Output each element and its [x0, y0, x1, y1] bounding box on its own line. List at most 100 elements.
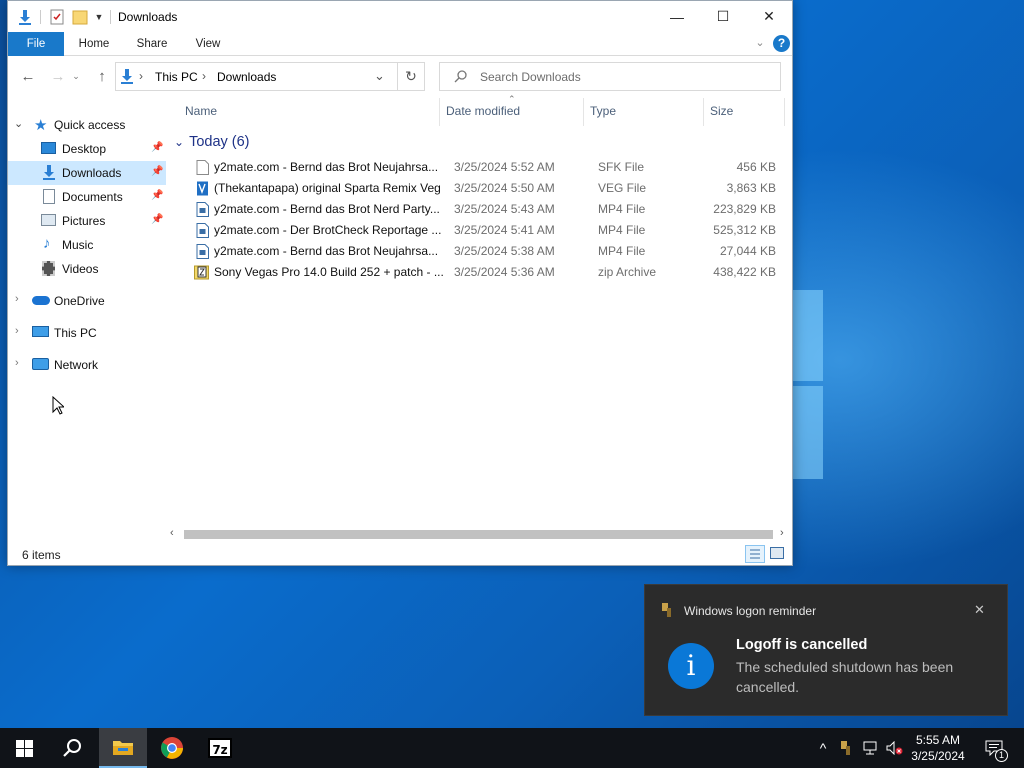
nav-item-label: Pictures: [62, 214, 106, 228]
music-icon: ♪: [43, 235, 51, 252]
nav-item-onedrive[interactable]: › OneDrive: [8, 289, 166, 313]
expand-chevron-icon[interactable]: ›: [15, 357, 19, 369]
nav-item-label: Network: [54, 358, 99, 372]
column-header-date-modified[interactable]: Date modified: [446, 96, 582, 126]
minimize-button[interactable]: —: [654, 1, 700, 32]
toast-notification[interactable]: Windows logon reminder ✕ i Logoff is can…: [644, 584, 1008, 716]
pin-icon[interactable]: 📌: [151, 214, 163, 225]
column-divider[interactable]: [439, 98, 440, 126]
expand-chevron-icon[interactable]: ›: [15, 325, 19, 337]
new-folder-icon[interactable]: [71, 8, 89, 26]
network-tray-icon[interactable]: [861, 728, 881, 768]
group-header-today[interactable]: ⌄ Today (6): [174, 132, 250, 152]
start-button[interactable]: [0, 728, 48, 768]
toast-close-icon[interactable]: ✕: [974, 602, 985, 618]
column-divider[interactable]: [784, 98, 785, 126]
large-icons-view-icon[interactable]: [770, 547, 784, 559]
nav-item-videos[interactable]: Videos: [8, 257, 166, 281]
file-type: VEG File: [598, 181, 647, 195]
pin-icon[interactable]: 📌: [151, 190, 163, 201]
pin-icon[interactable]: 📌: [151, 166, 163, 177]
clock[interactable]: 5:55 AM 3/25/2024: [906, 728, 970, 768]
file-row[interactable]: (Thekantapapa) original Sparta Remix Veg…: [184, 178, 784, 199]
qat-separator: [110, 10, 111, 24]
column-header-size[interactable]: Size: [710, 96, 780, 126]
file-size: 438,422 KB: [713, 265, 776, 279]
nav-item-label: Desktop: [62, 142, 107, 156]
7zip-app[interactable]: 7z: [196, 728, 244, 768]
star-icon: ★: [34, 117, 48, 134]
scrollbar-thumb[interactable]: [184, 530, 773, 539]
back-arrow-icon[interactable]: ←: [18, 67, 38, 85]
file-row[interactable]: y2mate.com - Bernd das Brot Neujahrsa...…: [184, 157, 784, 178]
expand-chevron-icon[interactable]: ⌄: [14, 117, 23, 130]
logon-reminder-tray-icon[interactable]: [837, 728, 857, 768]
7zip-icon: 7z: [208, 738, 232, 758]
mouse-cursor-icon: [52, 395, 66, 418]
nav-item-documents[interactable]: Documents 📌: [8, 185, 166, 209]
customize-qat-chevron-icon[interactable]: ▼: [92, 8, 106, 26]
details-view-icon[interactable]: [745, 545, 765, 563]
nav-item-this-pc[interactable]: › This PC: [8, 321, 166, 345]
minimize-icon: —: [670, 8, 684, 25]
search-button[interactable]: [48, 728, 96, 768]
action-center-button[interactable]: 1: [980, 728, 1008, 768]
scroll-left-arrow-icon[interactable]: ‹: [170, 527, 174, 539]
column-header-type[interactable]: Type: [590, 96, 700, 126]
navigation-bar: ← → ⌄ ↑ › This PC › Downloads ⌄ ↻ Search…: [8, 56, 792, 96]
chrome-app[interactable]: [148, 728, 196, 768]
expand-ribbon-chevron-icon[interactable]: ⌄: [752, 36, 768, 52]
recent-locations-chevron-icon[interactable]: ⌄: [70, 67, 82, 85]
file-name: Sony Vegas Pro 14.0 Build 252 + patch - …: [214, 265, 444, 279]
maximize-button[interactable]: ☐: [700, 1, 746, 32]
tray-overflow-chevron-icon[interactable]: ^: [814, 728, 832, 768]
tab-share[interactable]: Share: [130, 32, 174, 56]
column-divider[interactable]: [583, 98, 584, 126]
address-dropdown-chevron-icon[interactable]: ⌄: [374, 68, 385, 84]
breadcrumb-separator: ›: [139, 69, 143, 83]
nav-item-music[interactable]: ♪ Music: [8, 233, 166, 257]
breadcrumb-this-pc[interactable]: This PC: [155, 70, 198, 84]
info-icon: i: [668, 643, 714, 689]
pin-icon[interactable]: 📌: [151, 142, 163, 153]
nav-item-network[interactable]: › Network: [8, 353, 166, 377]
file-row[interactable]: y2mate.com - Bernd das Brot Neujahrsa...…: [184, 241, 784, 262]
tab-file[interactable]: File: [8, 32, 64, 56]
volume-muted-tray-icon[interactable]: [885, 728, 905, 768]
tab-home[interactable]: Home: [72, 32, 116, 56]
close-button[interactable]: ✕: [746, 1, 792, 32]
file-size: 223,829 KB: [713, 202, 776, 216]
title-bar[interactable]: ▼ Downloads — ☐ ✕: [8, 1, 792, 32]
help-icon[interactable]: ?: [773, 35, 790, 52]
nav-item-downloads[interactable]: Downloads 📌: [8, 161, 166, 185]
tab-view[interactable]: View: [186, 32, 230, 56]
file-date: 3/25/2024 5:38 AM: [454, 244, 555, 258]
file-date: 3/25/2024 5:41 AM: [454, 223, 555, 237]
expand-chevron-icon[interactable]: ›: [15, 293, 19, 305]
forward-arrow-icon[interactable]: →: [48, 67, 68, 85]
file-row[interactable]: Sony Vegas Pro 14.0 Build 252 + patch - …: [184, 262, 784, 283]
file-size: 525,312 KB: [713, 223, 776, 237]
file-type: MP4 File: [598, 202, 646, 216]
file-name: y2mate.com - Bernd das Brot Neujahrsa...: [214, 244, 439, 258]
file-row[interactable]: y2mate.com - Der BrotCheck Reportage ...…: [184, 220, 784, 241]
search-box[interactable]: Search Downloads: [439, 62, 781, 91]
logon-reminder-app-icon: [660, 602, 676, 618]
search-placeholder: Search Downloads: [480, 70, 581, 84]
up-arrow-icon[interactable]: ↑: [92, 67, 112, 85]
nav-item-label: OneDrive: [54, 294, 105, 308]
nav-item-pictures[interactable]: Pictures 📌: [8, 209, 166, 233]
scroll-right-arrow-icon[interactable]: ›: [780, 527, 784, 539]
horizontal-scrollbar[interactable]: ‹ ›: [168, 527, 792, 542]
file-explorer-app[interactable]: [99, 728, 147, 768]
refresh-button[interactable]: ↻: [398, 62, 425, 91]
notification-count-badge: 1: [995, 749, 1008, 762]
breadcrumb-downloads[interactable]: Downloads: [217, 70, 276, 84]
file-row[interactable]: y2mate.com - Bernd das Brot Nerd Party..…: [184, 199, 784, 220]
nav-item-quick-access[interactable]: ⌄ ★ Quick access: [8, 113, 166, 137]
address-bar[interactable]: › This PC › Downloads ⌄: [115, 62, 398, 91]
column-header-name[interactable]: Name: [185, 96, 435, 126]
properties-icon[interactable]: [48, 8, 66, 26]
nav-item-desktop[interactable]: Desktop 📌: [8, 137, 166, 161]
column-divider[interactable]: [703, 98, 704, 126]
